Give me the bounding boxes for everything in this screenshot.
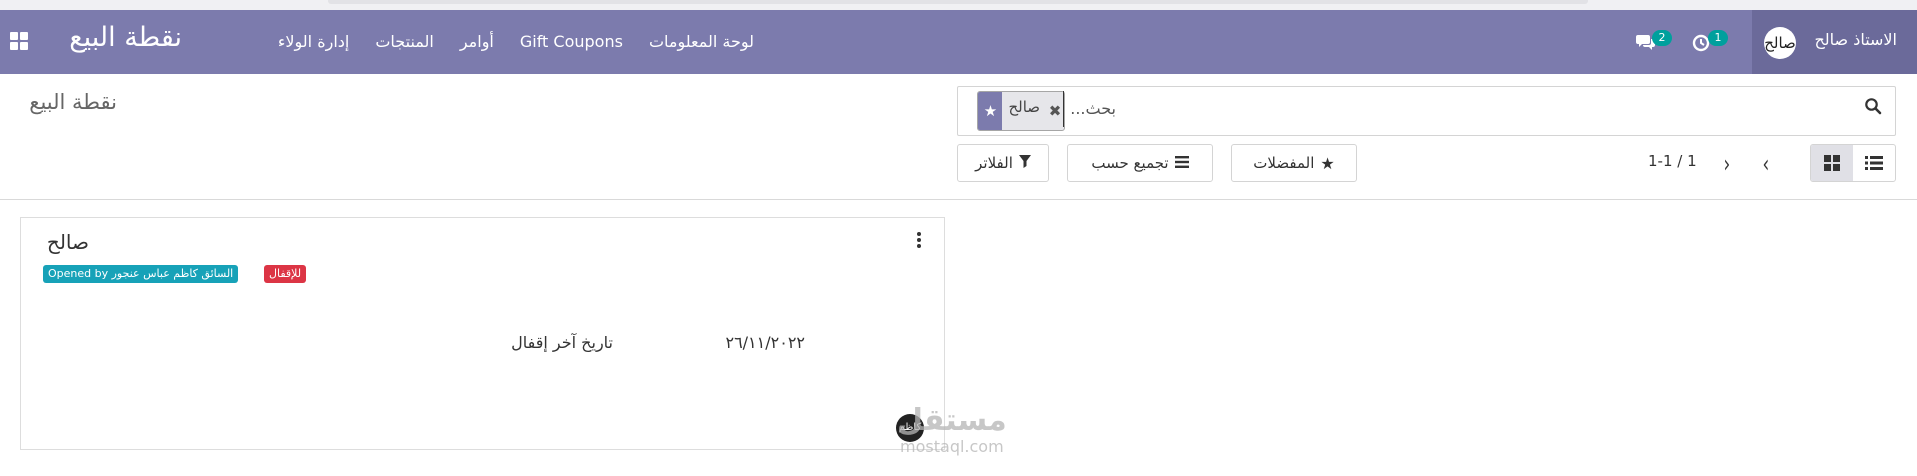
user-name: الاستاذ صالح xyxy=(1814,30,1897,49)
status-badge: للإقفال xyxy=(264,265,307,283)
user-avatar: صالح xyxy=(1764,27,1796,59)
search-bar[interactable]: ★ صالح ✖ xyxy=(957,86,1896,136)
breadcrumb: نقطة البيع xyxy=(29,90,117,114)
view-switcher xyxy=(1810,144,1896,182)
activities-count-badge: 1 xyxy=(1708,30,1728,46)
menu-item-products[interactable]: المنتجات xyxy=(375,32,434,51)
card-dropdown-icon[interactable] xyxy=(917,232,921,250)
list-icon xyxy=(1865,156,1883,170)
main-menu: إدارة الولاء المنتجات أوامر Gift Coupons… xyxy=(278,32,754,51)
browser-tab-bar xyxy=(328,0,1588,4)
kanban-grid-icon xyxy=(1824,155,1840,171)
messages-button[interactable]: 2 xyxy=(1636,30,1672,56)
watermark: مستقل mostaql.com xyxy=(897,403,1007,455)
top-navbar: نقطة البيع إدارة الولاء المنتجات أوامر G… xyxy=(0,10,1917,74)
group-by-button[interactable]: تجميع حسب xyxy=(1067,144,1213,182)
menu-item-gift-coupons[interactable]: Gift Coupons xyxy=(520,32,623,51)
user-menu[interactable]: صالح الاستاذ صالح xyxy=(1752,10,1917,74)
filters-button[interactable]: الفلاتر xyxy=(957,144,1049,182)
card-title: صالح xyxy=(46,230,89,254)
watermark-logo: مستقل xyxy=(897,403,1007,438)
bars-icon xyxy=(1174,154,1189,172)
filter-icon xyxy=(1018,154,1031,172)
pager-value[interactable]: 1-1 / 1 xyxy=(1648,152,1697,170)
pager-prev-icon[interactable]: ‹ xyxy=(1762,152,1769,176)
filters-label: الفلاتر xyxy=(975,154,1013,172)
star-icon: ★ xyxy=(1320,153,1335,173)
menu-item-loyalty[interactable]: إدارة الولاء xyxy=(278,32,349,51)
last-closing-label: تاريخ آخر إقفال xyxy=(511,333,613,352)
star-icon: ★ xyxy=(978,92,1003,130)
activities-button[interactable]: 1 xyxy=(1692,30,1728,56)
list-view-button[interactable] xyxy=(1853,145,1895,181)
pager-next-icon[interactable]: › xyxy=(1723,152,1730,176)
watermark-url: mostaql.com xyxy=(900,437,1004,456)
control-panel: نقطة البيع ★ صالح ✖ الفلاتر تجميع حسب ★ … xyxy=(0,74,1917,200)
menu-item-orders[interactable]: أوامر xyxy=(460,32,494,51)
search-input[interactable] xyxy=(1016,99,1116,118)
favorites-button[interactable]: ★ المفضلات xyxy=(1231,144,1357,182)
last-closing-date: ٢٦/١١/٢٠٢٢ xyxy=(725,333,805,352)
opened-by-badge: السائق كاظم عباس عنجور Opened by xyxy=(43,265,239,283)
browser-top-strip xyxy=(0,0,1917,10)
messages-count-badge: 2 xyxy=(1652,30,1672,46)
menu-item-dashboard[interactable]: لوحة المعلومات xyxy=(649,32,754,51)
app-title[interactable]: نقطة البيع xyxy=(69,22,182,53)
kanban-view-button[interactable] xyxy=(1811,145,1853,181)
favorites-label: المفضلات xyxy=(1253,154,1315,172)
apps-grid-icon[interactable] xyxy=(10,32,28,50)
search-icon[interactable] xyxy=(1864,97,1888,121)
kanban-card[interactable]: صالح للإقفال السائق كاظم عباس عنجور Open… xyxy=(20,217,945,450)
group-by-label: تجميع حسب xyxy=(1091,154,1169,172)
